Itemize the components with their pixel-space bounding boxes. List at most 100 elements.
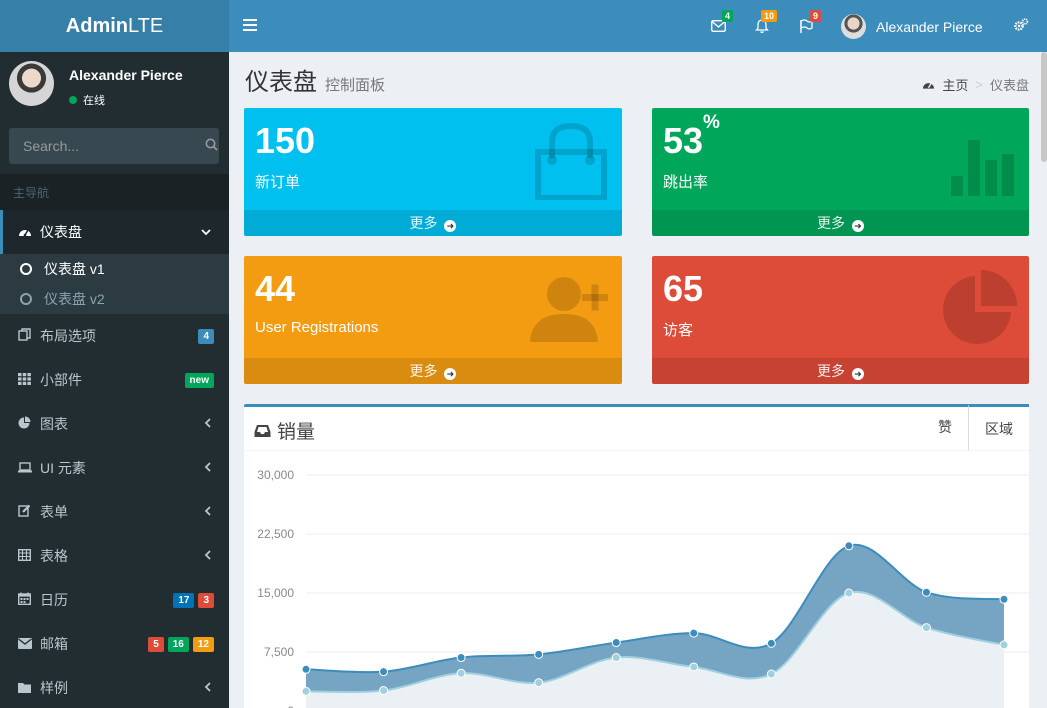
breadcrumb: 主页 > 仪表盘 <box>922 75 1029 94</box>
arrow-circle-right-icon: ➜ <box>444 368 457 380</box>
box-value: 44 <box>255 268 296 309</box>
sales-chart-box: 销量 赞 区域 30,000 22,500 15,000 7,500 0 <box>244 404 1029 708</box>
sidebar-item-label: 仪表盘 <box>40 224 82 240</box>
tab-area[interactable]: 区域 <box>968 404 1029 450</box>
tab-donut[interactable]: 赞 <box>922 404 968 450</box>
sidebar-menu: 仪表盘 仪表盘 v1 仪表盘 v2 布局选项 4 小部件 new 图表 UI 元素表单表格… <box>0 210 229 708</box>
more-info-link[interactable]: 更多 ➜ <box>652 358 1029 384</box>
chevron-left-icon <box>204 681 211 695</box>
dashboard-submenu: 仪表盘 v1 仪表盘 v2 <box>0 254 229 314</box>
grid-icon <box>18 372 40 388</box>
box-value: 53% <box>663 112 720 161</box>
user-menu[interactable]: Alexander Pierce <box>841 14 983 39</box>
sidebar-toggle-button[interactable] <box>243 16 257 36</box>
more-info-link[interactable]: 更多 ➜ <box>652 210 1029 236</box>
sidebar-item-pie-chart[interactable]: 图表 <box>0 402 229 446</box>
status-text: 在线 <box>83 95 105 107</box>
sidebar-user-name: Alexander Pierce <box>69 67 183 83</box>
sidebar-item-dashboard[interactable]: 仪表盘 <box>0 210 229 254</box>
series-2-point <box>689 662 699 672</box>
inbox-icon <box>254 424 271 437</box>
sidebar-item-label: 布局选项 <box>40 328 96 344</box>
series-2-point <box>766 669 776 679</box>
y-tick-label: 7,500 <box>264 645 294 659</box>
pie-chart-icon <box>18 416 40 432</box>
count-badge: 3 <box>198 592 214 608</box>
breadcrumb-separator: > <box>975 77 983 92</box>
content-header: 仪表盘 控制面板 <box>245 62 385 97</box>
notifications-button[interactable]: 10 <box>751 10 777 37</box>
page-subtitle: 控制面板 <box>325 77 386 94</box>
sidebar-item-label: 图表 <box>40 416 68 432</box>
logo-light: LTE <box>128 14 164 37</box>
sidebar-item-edit[interactable]: 表单 <box>0 490 229 534</box>
sidebar-item-label: 小部件 <box>40 372 82 388</box>
chevron-left-icon <box>204 549 211 563</box>
sidebar-item-label: 表单 <box>40 504 68 520</box>
sidebar: Alexander Pierce 在线 主导航 仪表盘 仪表盘 v1 仪表 <box>0 52 229 708</box>
top-navbar: 4 10 9 Alexander Pierce <box>229 0 1047 52</box>
registrations-box: 44 User Registrations 更多 ➜ <box>244 256 622 384</box>
chevron-down-icon <box>201 225 211 239</box>
breadcrumb-home[interactable]: 主页 <box>942 75 968 94</box>
chevron-left-icon <box>204 505 211 519</box>
logo[interactable]: Admin LTE <box>0 0 229 52</box>
item-badges: 4 <box>198 328 214 344</box>
more-info-link[interactable]: 更多 ➜ <box>244 210 622 236</box>
search-icon[interactable] <box>204 138 219 154</box>
sales-title: 销量 <box>254 417 315 444</box>
sidebar-search <box>9 128 219 164</box>
sales-title-text: 销量 <box>277 422 316 443</box>
scrollbar[interactable] <box>1041 52 1047 162</box>
laptop-icon <box>18 461 40 476</box>
sidebar-header: 主导航 <box>0 174 229 210</box>
sidebar-subitem-dashboard-v2[interactable]: 仪表盘 v2 <box>0 284 229 314</box>
arrow-circle-right-icon: ➜ <box>851 368 864 380</box>
tasks-count-badge: 9 <box>809 10 821 22</box>
more-info-link[interactable]: 更多 ➜ <box>244 358 622 384</box>
item-badges: 17 3 <box>173 592 214 608</box>
item-badges: 5 16 12 <box>148 636 214 652</box>
bar-chart-icon <box>951 122 1017 201</box>
sidebar-item-grid[interactable]: 小部件 new <box>0 358 229 402</box>
chevron-left-icon <box>204 417 211 431</box>
y-tick-label: 30,000 <box>257 468 294 482</box>
shopping-bag-icon <box>532 122 610 205</box>
bounce-rate-box: 53% 跳出率 更多 ➜ <box>652 108 1029 236</box>
sidebar-item-label: 邮箱 <box>40 636 68 652</box>
series-1-point <box>534 649 544 659</box>
tasks-button[interactable]: 9 <box>795 10 821 37</box>
sidebar-item-table[interactable]: 表格 <box>0 534 229 578</box>
control-sidebar-button[interactable] <box>1014 18 1029 35</box>
search-input[interactable] <box>9 138 204 154</box>
sidebar-item-laptop[interactable]: UI 元素 <box>0 446 229 490</box>
calendar-icon <box>17 592 40 608</box>
box-value: 150 <box>255 120 316 161</box>
box-value: 65 <box>663 268 704 309</box>
dashboard-icon <box>18 225 40 240</box>
folder-icon <box>18 681 40 696</box>
series-2-point <box>301 686 311 696</box>
breadcrumb-current: 仪表盘 <box>989 78 1029 93</box>
sidebar-item-envelope[interactable]: 邮箱 5 16 12 <box>0 622 229 666</box>
sidebar-item-folder[interactable]: 样例 <box>0 666 229 708</box>
sidebar-item-calendar[interactable]: 日历 17 3 <box>0 578 229 622</box>
sales-area-chart: 30,000 22,500 15,000 7,500 0 <box>257 468 1029 708</box>
count-badge: 5 <box>148 636 164 652</box>
sidebar-item-label: UI 元素 <box>40 460 86 476</box>
count-badge: 16 <box>167 636 189 652</box>
box-label: 跳出率 <box>663 174 709 191</box>
series-1-point <box>379 667 389 677</box>
count-badge: 12 <box>192 636 214 652</box>
sidebar-subitem-dashboard-v1[interactable]: 仪表盘 v1 <box>0 254 229 284</box>
box-label: User Registrations <box>255 319 379 336</box>
series-2-point <box>456 668 466 678</box>
messages-button[interactable]: 4 <box>707 10 733 37</box>
logo-bold: Admin <box>65 14 128 37</box>
sidebar-item-copy[interactable]: 布局选项 4 <box>0 314 229 358</box>
series-1-point <box>611 638 621 648</box>
avatar <box>841 14 866 39</box>
dashboard-icon <box>923 82 935 89</box>
box-label: 新订单 <box>255 174 301 191</box>
orders-box: 150 新订单 更多 ➜ <box>244 108 622 236</box>
